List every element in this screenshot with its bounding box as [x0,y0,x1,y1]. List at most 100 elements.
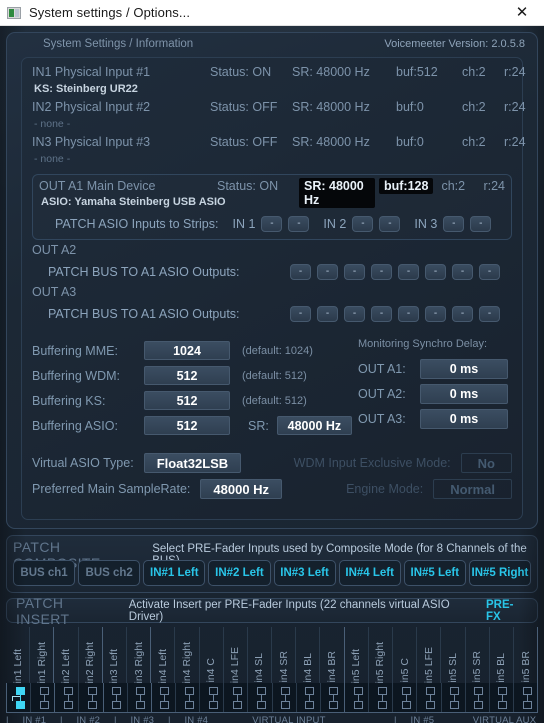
insert-channel-strip: in1 Left in1 Right in2 Left in2 Right in… [6,627,544,723]
device-driver-name[interactable]: - none - [32,153,512,170]
engine-mode-select[interactable]: Normal [433,479,512,499]
insert-toggle-in5-left[interactable] [344,683,370,712]
app-window-icon [7,6,21,19]
insert-toggle-in5-sr[interactable] [465,683,490,712]
patch-bus-a2-ch5-button[interactable]: - [398,263,419,280]
insert-toggle-in4-right[interactable] [175,683,201,712]
composite-button-in4-left[interactable]: IN#4 Left [338,560,401,586]
patch-bus-a2-ch4-button[interactable]: - [371,263,392,280]
insert-toggle-in5-sl[interactable] [441,683,466,712]
monitor-delay-a1-label: OUT A1: [358,361,406,376]
patch-bus-a3-ch3-button[interactable]: - [344,305,365,322]
buffering-asio-input[interactable]: 512 [144,416,230,435]
composite-button-in2-left[interactable]: IN#2 Left [208,560,271,586]
patch-bus-a3-ch1-button[interactable]: - [290,305,311,322]
footer-group-in1: |__ IN #1 __| [6,715,63,723]
device-row[interactable]: OUT A1 Main Device Status: ON SR: 48000 … [39,178,505,208]
composite-button-bus-ch1[interactable]: BUS ch1 [13,560,76,586]
monitor-delay-a2-row: OUT A2: 0 ms [358,381,512,406]
device-row[interactable]: IN1 Physical Input #1 Status: ON SR: 480… [32,65,526,83]
patch-bus-a3-ch6-button[interactable]: - [425,305,446,322]
insert-toggle-in4-br[interactable] [320,683,345,712]
buffering-mme-input[interactable]: 1024 [144,341,230,360]
patch-asio-in2-ch1-button[interactable]: - [352,215,374,232]
out-a3-row[interactable]: OUT A3 [32,285,512,303]
preferred-samplerate-row: Preferred Main SampleRate: 48000 Hz Engi… [32,476,512,502]
insert-toggle-in4-sl[interactable] [248,683,273,712]
patch-asio-in1-ch2-button[interactable]: - [288,215,310,232]
virtual-asio-type-select[interactable]: Float32LSB [143,453,242,473]
out-a2-row[interactable]: OUT A2 [32,243,512,261]
patch-bus-a2-ch2-button[interactable]: - [317,263,338,280]
insert-toggle-in1-left[interactable] [7,683,32,712]
wdm-exclusive-mode-select[interactable]: No [460,453,512,473]
device-name: OUT A3 [32,285,77,299]
close-icon[interactable]: ✕ [500,0,544,26]
pre-fx-button[interactable]: PRE-FX [486,599,528,623]
out-a1-group: OUT A1 Main Device Status: ON SR: 48000 … [32,174,512,240]
composite-button-bus-ch2[interactable]: BUS ch2 [78,560,141,586]
composite-button-in1-left[interactable]: IN#1 Left [143,560,206,586]
patch-bus-a2-ch7-button[interactable]: - [452,263,473,280]
patch-asio-in2-ch2-button[interactable]: - [379,215,401,232]
patch-asio-in1-ch1-button[interactable]: - [261,215,283,232]
patch-bus-a2-ch3-button[interactable]: - [344,263,365,280]
insert-toggle-in4-left[interactable] [151,683,176,712]
patch-bus-a3-ch8-button[interactable]: - [479,305,500,322]
insert-toggle-in5-bl[interactable] [489,683,514,712]
patch-bus-a3-ch5-button[interactable]: - [398,305,419,322]
patch-asio-in3-ch1-button[interactable]: - [443,215,465,232]
insert-toggle-in1-right[interactable] [31,683,56,712]
insert-patch-icon [470,686,484,709]
channel-label-in4-sr: in4 SR [272,627,297,683]
composite-button-in5-left[interactable]: IN#5 Left [403,560,466,586]
insert-toggle-in5-right[interactable] [369,683,394,712]
insert-toggle-in3-right[interactable] [127,683,152,712]
insert-toggle-in4-sr[interactable] [272,683,297,712]
insert-toggle-in4-c[interactable] [200,683,225,712]
patch-bus-a2-ch6-button[interactable]: - [425,263,446,280]
channel-label-text: in2 Right [84,641,97,683]
device-buffer: buf:0 [396,100,424,114]
patch-bus-a3-ch2-button[interactable]: - [317,305,338,322]
insert-patch-icon [156,686,170,709]
insert-toggle-in2-left[interactable] [55,683,80,712]
patch-asio-in3-ch2-button[interactable]: - [470,215,492,232]
insert-toggle-in5-br[interactable] [513,683,538,712]
device-channels: ch:2 [462,100,486,114]
monitor-delay-a2-input[interactable]: 0 ms [420,383,508,404]
buffering-ks-input[interactable]: 512 [144,391,230,410]
channel-label-in4-c: in4 C [200,627,224,683]
insert-toggle-in2-right[interactable] [79,683,104,712]
composite-button-in5-right[interactable]: IN#5 Right [468,560,531,586]
device-driver-name[interactable]: ASIO: Yamaha Steinberg USB ASIO [39,196,505,213]
insert-toggle-in3-left[interactable] [103,683,128,712]
patch-bus-a3-ch4-button[interactable]: - [371,305,392,322]
device-samplerate: SR: 48000 Hz [292,135,370,149]
composite-button-in3-left[interactable]: IN#3 Left [273,560,336,586]
footer-group-in3: __ IN #3 __| [117,715,171,723]
channel-label-in4-bl: in4 BL [296,627,321,683]
insert-toggle-in5-lfe[interactable] [417,683,442,712]
device-driver-name[interactable]: - none - [32,118,512,135]
insert-toggle-in4-lfe[interactable] [224,683,249,712]
patch-bus-a2-ch1-button[interactable]: - [290,263,311,280]
channel-label-text: in5 SR [471,651,484,683]
buffering-wdm-input[interactable]: 512 [144,366,230,385]
buffering-asio-row: Buffering ASIO: 512 SR: 48000 Hz [32,413,352,438]
insert-toggle-in5-c[interactable] [393,683,418,712]
monitor-delay-a3-input[interactable]: 0 ms [420,408,508,429]
patch-bus-a3-ch7-button[interactable]: - [452,305,473,322]
device-samplerate: SR: 48000 Hz [292,65,370,79]
preferred-samplerate-select[interactable]: 48000 Hz [200,479,283,499]
buffering-mme-default: (default: 1024) [242,344,313,357]
device-row[interactable]: IN3 Physical Input #3 Status: OFF SR: 48… [32,135,526,153]
device-row[interactable]: IN2 Physical Input #2 Status: OFF SR: 48… [32,100,526,118]
preferred-samplerate-label: Preferred Main SampleRate: [32,482,191,496]
asio-samplerate-input[interactable]: 48000 Hz [276,416,352,435]
patch-bus-a2-ch8-button[interactable]: - [479,263,500,280]
channel-label-in5-bl: in5 BL [490,627,514,683]
device-driver-name[interactable]: KS: Steinberg UR22 [32,83,512,100]
monitor-delay-a1-input[interactable]: 0 ms [420,358,508,379]
insert-toggle-in4-bl[interactable] [296,683,321,712]
